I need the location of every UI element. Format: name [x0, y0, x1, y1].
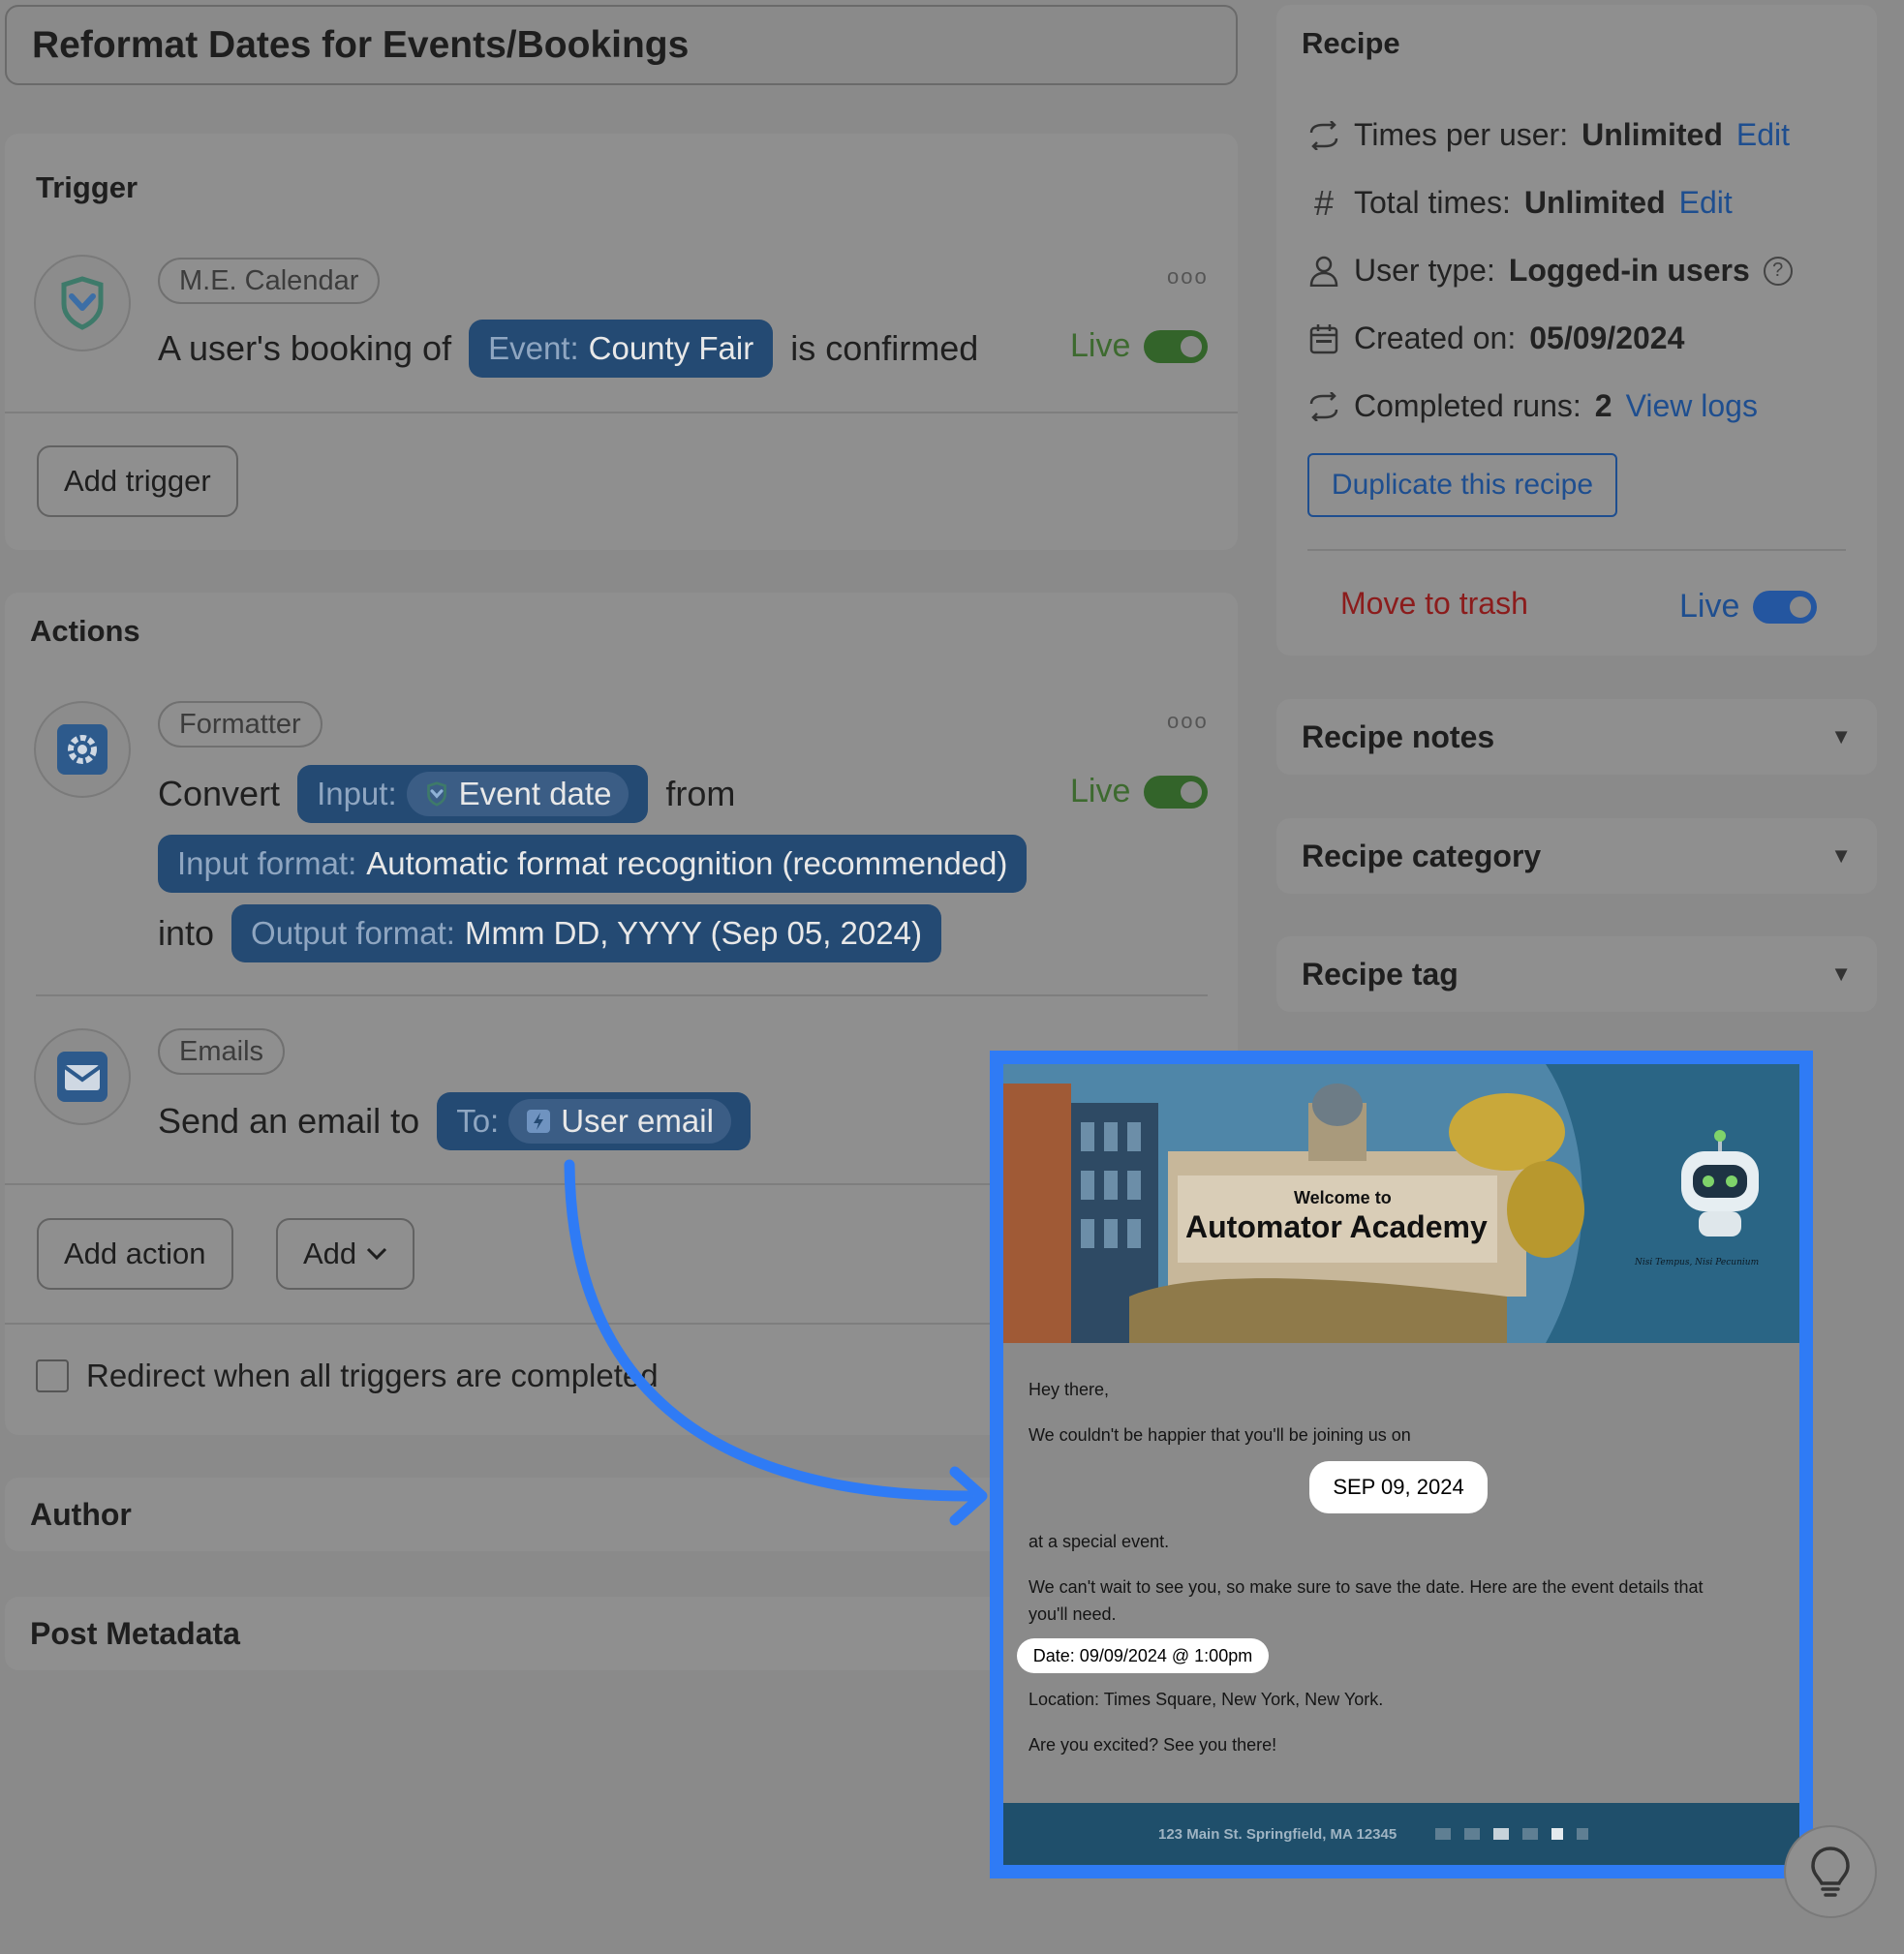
- email-closing: Are you excited? See you there!: [1029, 1735, 1277, 1755]
- email-body: Hey there, We couldn't be happier that y…: [1003, 1343, 1799, 1803]
- email-line-2: at a special event.: [1029, 1532, 1170, 1551]
- email-greeting: Hey there,: [1029, 1380, 1110, 1399]
- social-icon: [1522, 1828, 1539, 1840]
- email-date-chip: SEP 09, 2024: [1309, 1461, 1488, 1513]
- email-line-3a: We can't wait to see you, so make sure t…: [1029, 1577, 1704, 1597]
- banner-welcome-small: Welcome to: [1294, 1188, 1392, 1207]
- banner-title: Automator Academy: [1185, 1209, 1488, 1244]
- email-footer-address: 123 Main St. Springfield, MA 12345: [1158, 1825, 1397, 1843]
- social-icon: [1551, 1828, 1564, 1840]
- banner-motto: Nisi Tempus, Nisi Pecunium: [1635, 1258, 1760, 1267]
- email-preview: Welcome to Automator Academy Nisi Tempus…: [990, 1051, 1813, 1878]
- help-button[interactable]: [1784, 1825, 1877, 1918]
- email-location-line: Location: Times Square, New York, New Yo…: [1029, 1690, 1384, 1709]
- social-icon: [1464, 1828, 1481, 1840]
- lightbulb-icon: [1811, 1847, 1850, 1897]
- email-date-line: Date: 09/09/2024 @ 1:00pm: [1017, 1638, 1269, 1673]
- email-banner-image: Welcome to Automator Academy Nisi Tempus…: [1003, 1064, 1799, 1343]
- email-footer: 123 Main St. Springfield, MA 12345: [1003, 1803, 1799, 1865]
- social-icon: [1435, 1828, 1452, 1840]
- social-icons: [1435, 1828, 1589, 1840]
- academy-illustration: [1003, 1064, 1799, 1343]
- social-icon: [1577, 1828, 1589, 1840]
- email-line-1: We couldn't be happier that you'll be jo…: [1029, 1425, 1411, 1445]
- social-icon: [1493, 1828, 1510, 1840]
- email-line-3b: you'll need.: [1029, 1604, 1117, 1624]
